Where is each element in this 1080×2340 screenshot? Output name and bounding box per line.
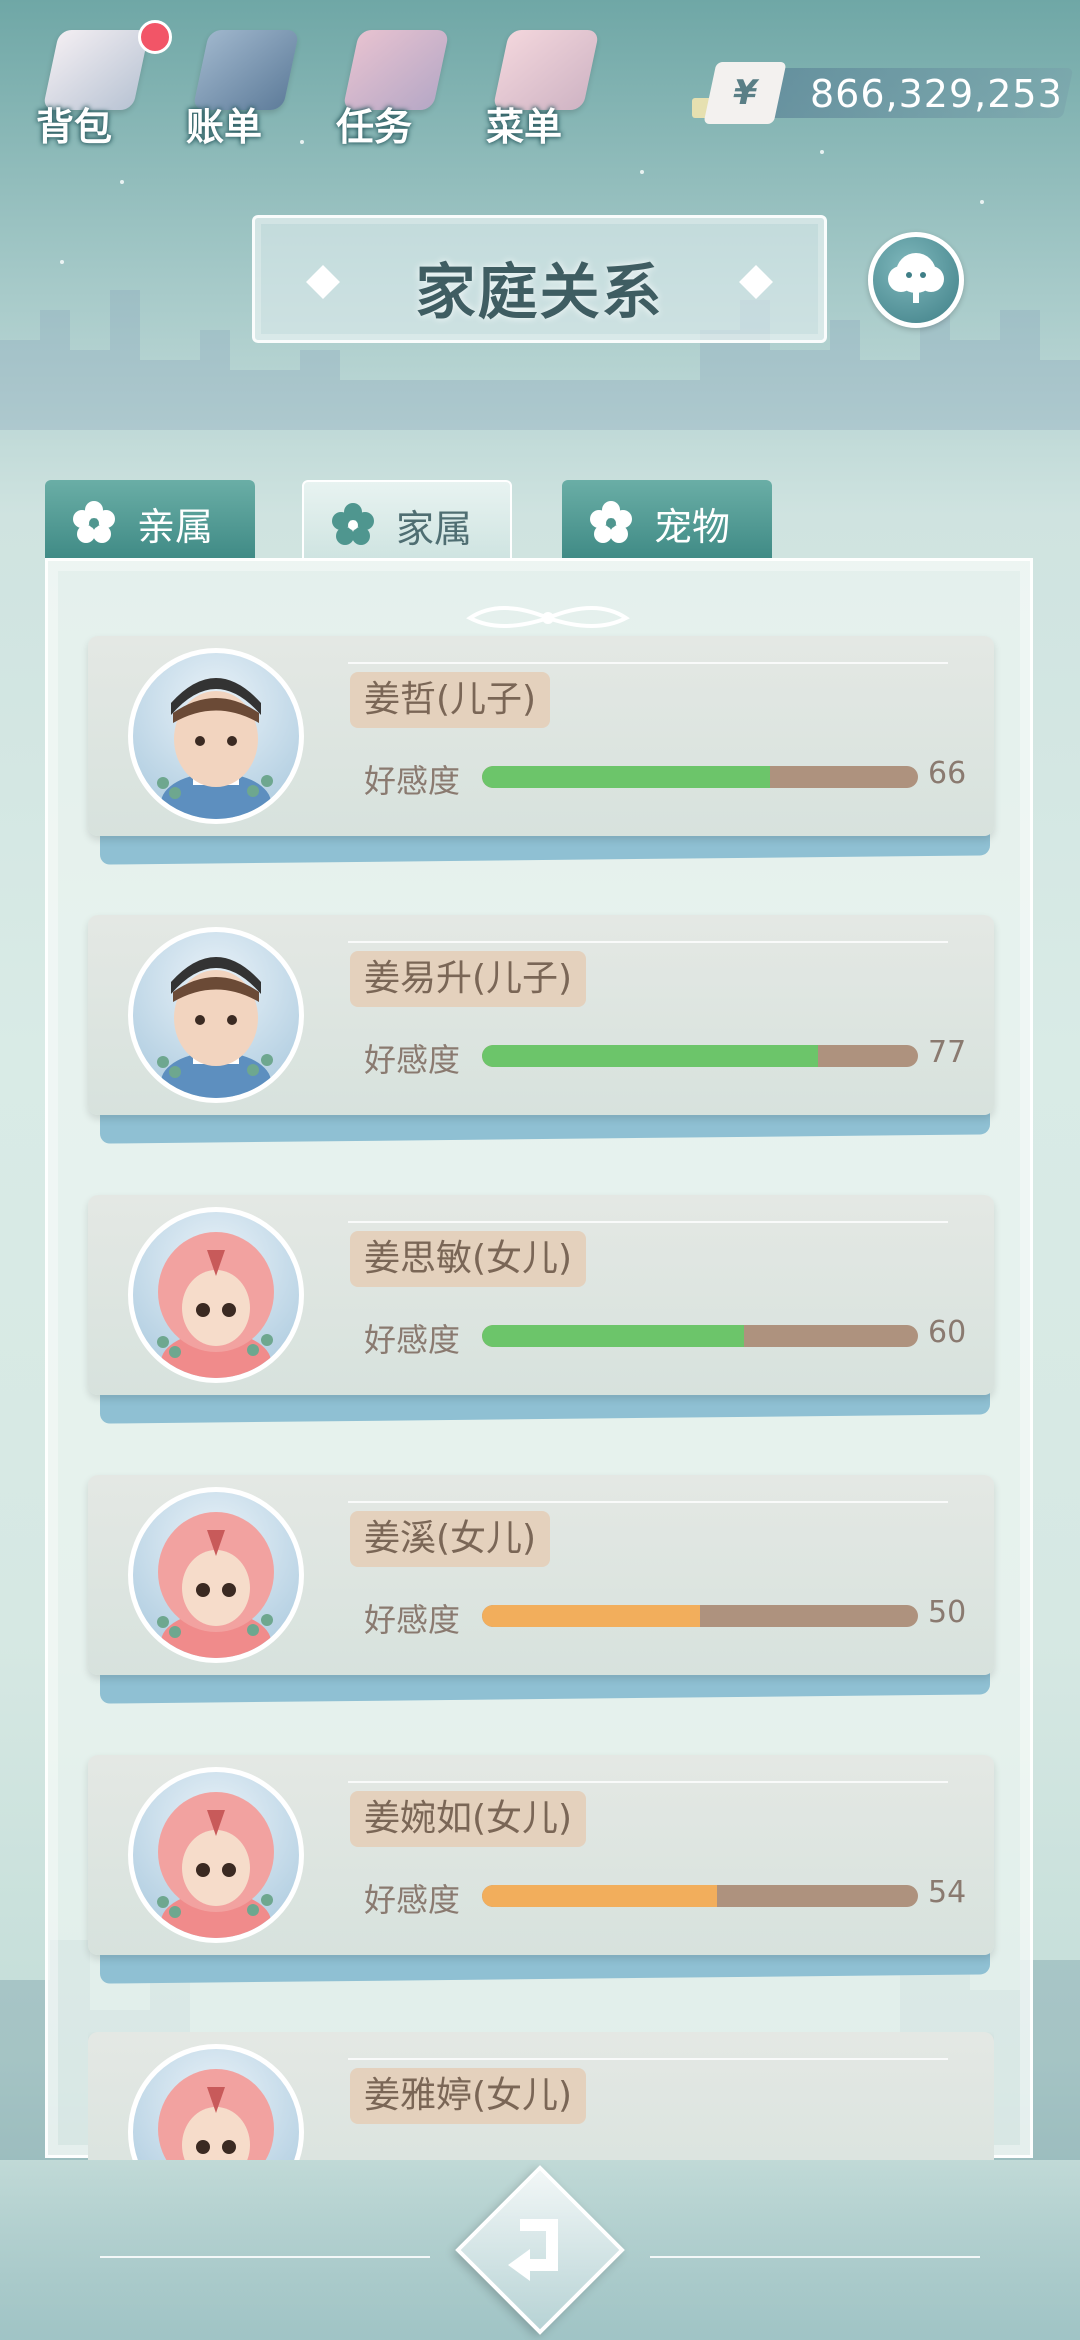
girl-avatar-icon (158, 2069, 274, 2160)
affection-label: 好感度 (364, 1321, 461, 1359)
avatar (128, 648, 304, 824)
scroll-ornament (466, 606, 630, 628)
family-tree-icon (888, 253, 944, 303)
girl-avatar-icon (157, 1512, 274, 1658)
affection-bar-fill (482, 1605, 700, 1627)
backpack-label: 背包 (36, 105, 113, 149)
affection-value: 50 (928, 1595, 967, 1630)
card-body: 姜溪(女儿) 好感度 50 (88, 1475, 994, 1675)
member-name: 姜哲(儿子) (350, 672, 551, 728)
affection-bar-fill (482, 1325, 744, 1347)
card-rule (348, 1781, 948, 1783)
affection-label: 好感度 (364, 1881, 461, 1919)
member-card[interactable]: 姜思敏(女儿) 好感度 60 (88, 1195, 994, 1424)
affection-label: 好感度 (364, 1601, 461, 1639)
money-amount: 866,329,253 (810, 72, 1063, 116)
flower-icon (332, 503, 374, 545)
backpack-button[interactable]: 背包 (26, 20, 172, 150)
page-title: 家庭关系 (415, 258, 664, 328)
affection-value: 77 (928, 1035, 967, 1070)
card-rule (348, 1501, 948, 1503)
affection-bar (482, 1045, 918, 1067)
flower-icon (73, 501, 115, 543)
bottom-divider-right (650, 2256, 980, 2258)
sparkle (980, 200, 984, 204)
task-button[interactable]: 任务 (326, 20, 456, 150)
tab-relatives-label: 亲属 (137, 505, 214, 549)
affection-bar-fill (482, 1885, 718, 1907)
tab-pets[interactable]: 宠物 (562, 480, 772, 560)
menu-button[interactable]: 菜单 (476, 20, 606, 150)
member-card[interactable]: 姜易升(儿子) 好感度 77 (88, 915, 994, 1144)
card-body: 姜思敏(女儿) 好感度 60 (88, 1195, 994, 1395)
affection-label: 好感度 (364, 762, 461, 800)
page-title-frame: 家庭关系 (252, 215, 827, 343)
member-card[interactable]: 姜哲(儿子) 好感度 66 (88, 636, 994, 865)
affection-value: 66 (928, 756, 967, 791)
member-name: 姜雅婷(女儿) (350, 2068, 587, 2124)
member-card[interactable]: 姜婉如(女儿) 好感度 54 (88, 1755, 994, 1984)
card-body: 姜雅婷(女儿) (88, 2032, 994, 2160)
tab-family-members[interactable]: 家属 (302, 480, 512, 560)
tab-pets-label: 宠物 (654, 505, 731, 549)
affection-bar (482, 1325, 918, 1347)
task-label: 任务 (336, 105, 413, 149)
member-name: 姜思敏(女儿) (350, 1231, 587, 1287)
avatar (128, 1207, 304, 1383)
affection-value: 54 (928, 1875, 967, 1910)
affection-bar (482, 766, 918, 788)
currency-icon: ¥ (703, 62, 787, 124)
member-name: 姜婉如(女儿) (350, 1791, 587, 1847)
bill-label: 账单 (186, 105, 263, 149)
flower-icon (590, 501, 632, 543)
affection-label: 好感度 (364, 1041, 461, 1079)
money-display: ¥ 866,329,253 (692, 62, 1074, 124)
bottom-divider-left (100, 2256, 430, 2258)
card-body: 姜易升(儿子) 好感度 77 (88, 915, 994, 1115)
girl-avatar-icon (157, 1232, 274, 1378)
sparkle (820, 150, 824, 154)
tab-family-members-label: 家属 (396, 507, 473, 551)
menu-label: 菜单 (486, 105, 563, 149)
affection-bar-fill (482, 766, 770, 788)
bill-button[interactable]: 账单 (176, 20, 306, 150)
card-rule (348, 2058, 948, 2060)
notification-badge (138, 20, 172, 54)
boy-avatar-icon (157, 678, 273, 819)
tab-relatives[interactable]: 亲属 (45, 480, 255, 560)
sparkle (60, 260, 64, 264)
member-card[interactable]: 姜雅婷(女儿) (88, 2032, 994, 2160)
member-name: 姜易升(儿子) (350, 951, 587, 1007)
sparkle (640, 170, 644, 174)
sparkle (120, 180, 124, 184)
girl-avatar-icon (157, 1792, 274, 1938)
card-rule (348, 1221, 948, 1223)
affection-bar-fill (482, 1045, 818, 1067)
back-arrow-icon (508, 2219, 558, 2281)
member-card[interactable]: 姜溪(女儿) 好感度 50 (88, 1475, 994, 1704)
card-rule (348, 662, 948, 664)
member-name: 姜溪(女儿) (350, 1511, 551, 1567)
avatar (128, 2044, 304, 2160)
affection-value: 60 (928, 1315, 967, 1350)
family-tree-button[interactable] (868, 232, 964, 328)
card-rule (348, 941, 948, 943)
top-bar: 背包 账单 任务 菜单 ¥ 866,329,253 (0, 0, 1080, 150)
avatar (128, 927, 304, 1103)
card-body: 姜婉如(女儿) 好感度 54 (88, 1755, 994, 1955)
card-body: 姜哲(儿子) 好感度 66 (88, 636, 994, 836)
affection-bar (482, 1605, 918, 1627)
affection-bar (482, 1885, 918, 1907)
avatar (128, 1767, 304, 1943)
boy-avatar-icon (157, 957, 273, 1098)
avatar (128, 1487, 304, 1663)
